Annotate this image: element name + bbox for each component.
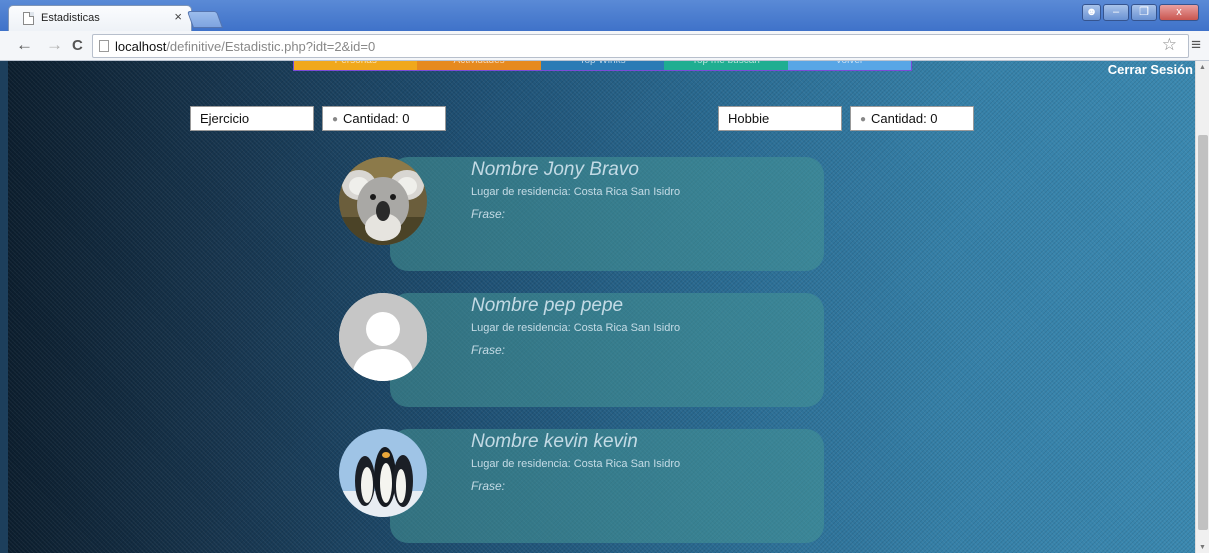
count-left: ● Cantidad: 0 <box>322 106 446 131</box>
maximize-button[interactable]: ❐ <box>1131 4 1157 21</box>
profile-icon[interactable]: ☻ <box>1082 4 1101 21</box>
user-name: Nombre kevin kevin <box>471 431 638 452</box>
browser-tab[interactable]: Estadisticas × <box>8 5 192 31</box>
category-right: Hobbie <box>718 106 842 131</box>
user-avatar-default <box>339 293 427 381</box>
window-controls: ☻ – ❐ x <box>1082 4 1199 21</box>
user-phrase: Frase: <box>471 207 506 221</box>
count-right: ● Cantidad: 0 <box>850 106 974 131</box>
forward-arrow-icon[interactable]: → <box>46 36 63 54</box>
user-avatar-koala <box>339 157 427 245</box>
minimize-button[interactable]: – <box>1103 4 1129 21</box>
scroll-down-arrow-icon[interactable]: ▼ <box>1199 544 1206 551</box>
reload-icon[interactable]: C <box>72 37 83 55</box>
user-phrase: Frase: <box>471 479 506 493</box>
nav-top-winks[interactable]: Top Winks <box>540 61 665 70</box>
penguins-icon <box>339 429 427 517</box>
bullet-icon: ● <box>332 114 339 125</box>
vertical-scrollbar[interactable]: ▲ ▼ <box>1195 61 1209 553</box>
user-name: Nombre pep pepe <box>471 295 624 316</box>
back-arrow-icon[interactable]: ← <box>16 36 33 54</box>
page-viewport: Personas Actividades Top Winks Top me bu… <box>8 61 1195 553</box>
bullet-icon: ● <box>860 114 867 125</box>
tab-title: Estadisticas <box>41 12 100 24</box>
user-residence: Lugar de residencia: Costa Rica San Isid… <box>471 322 681 334</box>
top-navigation: Personas Actividades Top Winks Top me bu… <box>293 61 912 71</box>
category-left: Ejercicio <box>190 106 314 131</box>
page-icon <box>99 40 109 52</box>
url-text[interactable]: localhost/definitive/Estadistic.php?idt=… <box>115 39 375 54</box>
logout-link[interactable]: Cerrar Sesión <box>1108 62 1193 77</box>
tab-close-button[interactable]: × <box>174 10 182 24</box>
scroll-up-arrow-icon[interactable]: ▲ <box>1199 64 1206 71</box>
user-residence: Lugar de residencia: Costa Rica San Isid… <box>471 458 681 470</box>
user-residence: Lugar de residencia: Costa Rica San Isid… <box>471 186 681 198</box>
browser-toolbar: ← → C localhost/definitive/Estadistic.ph… <box>0 31 1209 61</box>
page-icon <box>23 12 34 25</box>
default-user-icon <box>339 293 427 381</box>
user-avatar-penguins <box>339 429 427 517</box>
bookmark-star-icon[interactable]: ☆ <box>1162 36 1177 54</box>
new-tab-button[interactable] <box>186 11 224 28</box>
address-bar[interactable]: localhost/definitive/Estadistic.php?idt=… <box>92 34 1189 58</box>
nav-actividades[interactable]: Actividades <box>417 61 541 70</box>
browser-titlebar: Estadisticas × ☻ – ❐ x <box>0 0 1209 31</box>
user-name: Nombre Jony Bravo <box>471 159 639 180</box>
user-phrase: Frase: <box>471 343 506 357</box>
nav-volver[interactable]: Volver <box>787 61 912 70</box>
koala-icon <box>339 157 427 245</box>
nav-top-me-buscan[interactable]: Top me buscan <box>664 61 788 70</box>
scrollbar-thumb[interactable] <box>1198 135 1208 530</box>
menu-icon[interactable]: ≡ <box>1191 36 1201 54</box>
close-window-button[interactable]: x <box>1159 4 1199 21</box>
nav-personas[interactable]: Personas <box>294 61 418 70</box>
